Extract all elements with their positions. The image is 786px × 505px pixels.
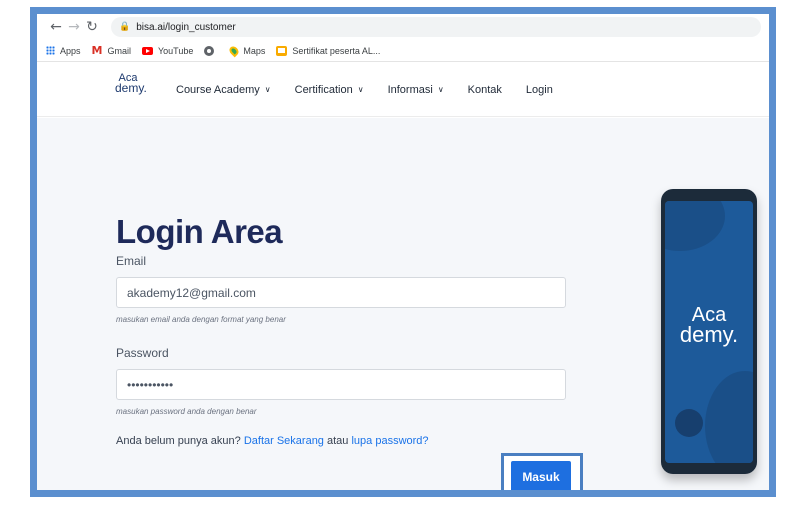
decor-blob xyxy=(665,201,725,251)
email-field[interactable]: akademy12@gmail.com xyxy=(116,277,566,308)
password-value: ••••••••••• xyxy=(127,377,174,392)
site-navbar: Aca demy. Course Academy ∨ Certification… xyxy=(37,62,769,117)
bookmark-label: Maps xyxy=(243,45,266,56)
apps-grid-icon xyxy=(46,46,55,55)
decor-blob xyxy=(705,371,753,463)
bookmark-youtube[interactable]: YouTube xyxy=(141,45,194,56)
email-label: Email xyxy=(116,254,147,268)
signup-text: Anda belum punya akun? Daftar Sekarang a… xyxy=(116,435,429,447)
chevron-down-icon: ∨ xyxy=(437,85,444,94)
menu-login[interactable]: Login xyxy=(526,84,553,96)
menu-label: Login xyxy=(525,83,553,96)
academy-logo[interactable]: Aca demy. xyxy=(115,73,147,95)
menu-label: Kontak xyxy=(467,83,502,96)
forward-arrow-icon[interactable]: → xyxy=(65,19,83,35)
menu-label: Informasi xyxy=(387,83,433,96)
menu-kontak[interactable]: Kontak xyxy=(468,84,502,96)
lupa-password-link[interactable]: lupa password? xyxy=(351,435,428,447)
phone-academy-logo: Aca demy. xyxy=(665,305,753,347)
chrome-icon xyxy=(204,45,215,56)
menu-label: Certification xyxy=(294,83,353,96)
bookmark-chrome[interactable] xyxy=(204,45,219,56)
reload-icon[interactable]: ↻ xyxy=(83,19,101,35)
menu-course-academy[interactable]: Course Academy ∨ xyxy=(176,84,271,96)
chevron-down-icon: ∨ xyxy=(264,85,271,94)
masuk-button[interactable]: Masuk xyxy=(511,461,571,490)
phone-screen: Aca demy. xyxy=(665,201,753,463)
email-value: akademy12@gmail.com xyxy=(127,285,256,300)
screenshot-frame: ← → ↻ 🔒 bisa.ai/login_customer Apps M Gm… xyxy=(30,7,776,497)
bookmark-sertifikat[interactable]: Sertifikat peserta AL... xyxy=(276,45,381,56)
address-bar-row: ← → ↻ 🔒 bisa.ai/login_customer xyxy=(37,14,769,40)
page-title: Login Area xyxy=(116,213,283,250)
chevron-down-icon: ∨ xyxy=(357,85,364,94)
browser-window: ← → ↻ 🔒 bisa.ai/login_customer Apps M Gm… xyxy=(37,14,769,490)
signup-middle: atau xyxy=(327,435,349,447)
daftar-sekarang-link[interactable]: Daftar Sekarang xyxy=(244,435,324,447)
decor-blob xyxy=(675,409,703,437)
bookmark-maps[interactable]: Maps xyxy=(227,44,266,57)
bookmarks-bar: Apps M Gmail YouTube Maps Sertifikat pes… xyxy=(37,40,769,62)
back-arrow-icon[interactable]: ← xyxy=(47,19,65,35)
gmail-icon: M xyxy=(91,44,103,57)
menu-label: Course Academy xyxy=(176,83,260,96)
bookmark-label: Sertifikat peserta AL... xyxy=(292,45,381,56)
bookmark-apps[interactable]: Apps xyxy=(46,46,81,56)
main-menu: Course Academy ∨ Certification ∨ Informa… xyxy=(176,62,577,117)
menu-informasi[interactable]: Informasi ∨ xyxy=(388,84,444,96)
phone-illustration: Aca demy. xyxy=(661,189,757,474)
email-hint: masukan email anda dengan format yang be… xyxy=(116,315,286,324)
menu-certification[interactable]: Certification ∨ xyxy=(295,84,364,96)
bookmark-label: Gmail xyxy=(107,45,131,56)
lock-icon[interactable]: 🔒 xyxy=(119,22,130,32)
password-label: Password xyxy=(116,346,169,360)
url-text: bisa.ai/login_customer xyxy=(136,21,236,33)
url-field[interactable]: 🔒 bisa.ai/login_customer xyxy=(111,17,761,37)
password-field[interactable]: ••••••••••• xyxy=(116,369,566,400)
youtube-icon xyxy=(141,46,153,55)
bookmark-label: YouTube xyxy=(157,45,194,56)
login-section: Login Area Email akademy12@gmail.com mas… xyxy=(37,118,769,490)
maps-pin-icon xyxy=(227,44,241,57)
phone-logo-line-2: demy. xyxy=(679,322,739,347)
signup-prefix: Anda belum punya akun? xyxy=(116,435,241,447)
password-hint: masukan password anda dengan benar xyxy=(116,407,257,416)
bookmark-label: Apps xyxy=(60,45,81,56)
bookmark-gmail[interactable]: M Gmail xyxy=(92,44,131,57)
certificate-icon xyxy=(276,45,288,56)
logo-line-2: demy. xyxy=(115,81,147,95)
